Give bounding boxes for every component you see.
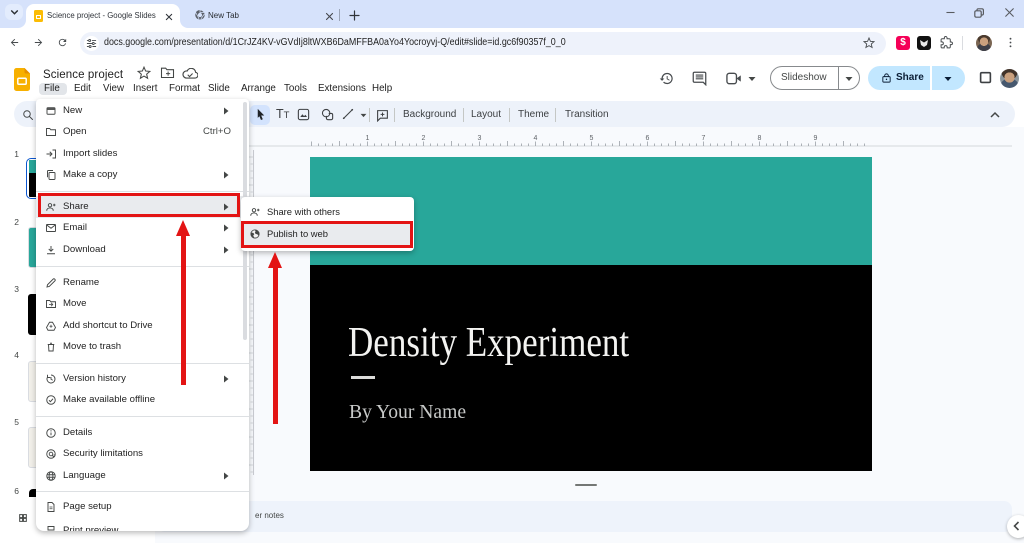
svg-text:5: 5	[590, 135, 594, 142]
svg-text:2: 2	[422, 135, 426, 142]
svg-text:8: 8	[758, 135, 762, 142]
svg-text:9: 9	[814, 135, 818, 142]
svg-text:1: 1	[366, 135, 370, 142]
svg-text:3: 3	[478, 135, 482, 142]
svg-text:6: 6	[646, 135, 650, 142]
svg-text:7: 7	[702, 135, 706, 142]
svg-text:4: 4	[534, 135, 538, 142]
